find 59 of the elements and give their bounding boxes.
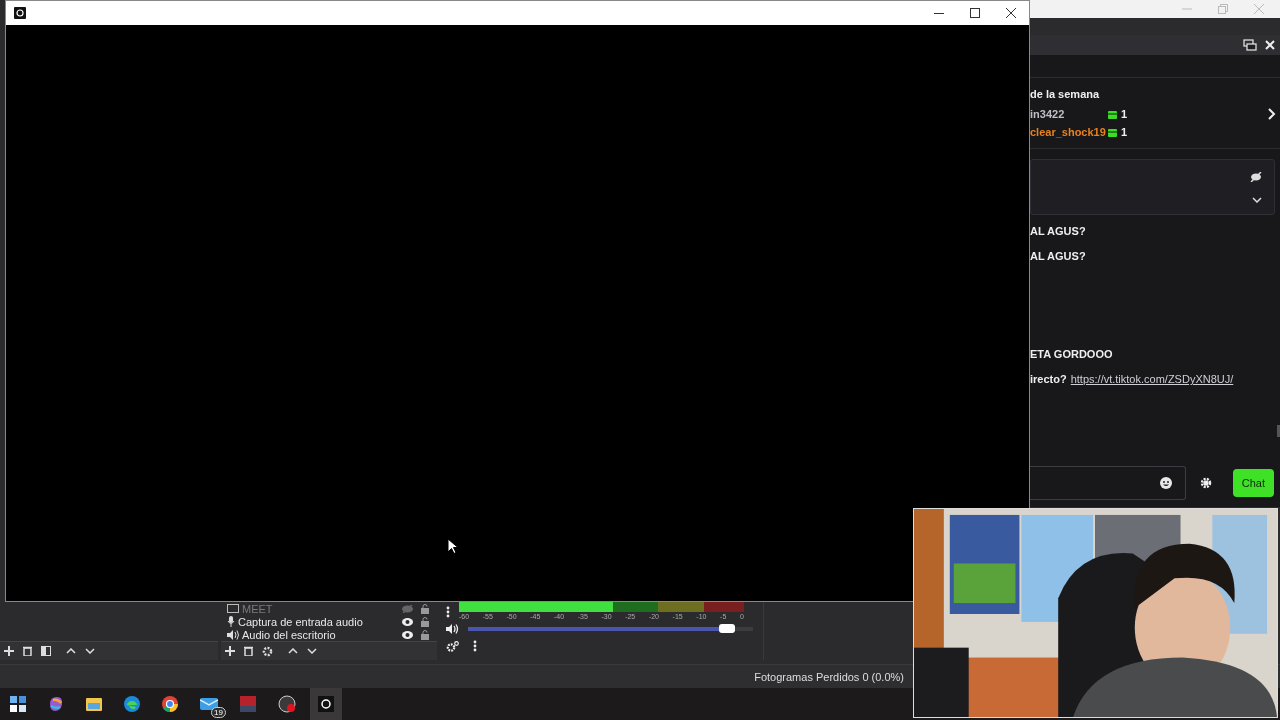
chat-button[interactable]: Chat — [1232, 469, 1274, 497]
speaker-icon — [227, 629, 239, 640]
up-icon[interactable] — [288, 648, 298, 654]
dropped-frames: Fotogramas Perdidos 0 (0.0%) — [754, 670, 904, 683]
chat-link[interactable]: https://vt.tiktok.com/ZSDyXN8UJ/ — [1070, 373, 1234, 385]
settings-icon[interactable] — [1200, 477, 1212, 489]
down-icon[interactable] — [85, 648, 95, 654]
source-name[interactable]: Captura de entrada audio — [238, 615, 399, 628]
popout-icon[interactable] — [1243, 39, 1257, 51]
gears-icon[interactable] — [446, 640, 459, 652]
gift-count: 1 — [1121, 126, 1128, 138]
speaker-icon[interactable] — [446, 624, 459, 634]
add-icon[interactable] — [4, 646, 14, 656]
leaderboard-title: de la semana — [1030, 88, 1101, 100]
username: clear_shock19 — [1030, 126, 1104, 138]
eye-icon[interactable] — [402, 630, 413, 639]
chat-message: AL AGUS? — [1030, 250, 1086, 262]
slider-thumb[interactable] — [719, 624, 736, 633]
trash-icon[interactable] — [23, 646, 32, 656]
more-icon[interactable] — [446, 605, 450, 618]
gift-icon — [1108, 127, 1117, 137]
more-icon[interactable] — [473, 640, 477, 652]
mouse-cursor-icon — [447, 538, 458, 554]
obs-icon[interactable] — [278, 695, 296, 713]
lock-icon[interactable] — [421, 616, 429, 627]
settings-icon[interactable] — [262, 645, 273, 657]
emoji-icon[interactable] — [1160, 477, 1172, 489]
lock-icon[interactable] — [421, 603, 429, 614]
eye-icon[interactable] — [402, 617, 413, 626]
gift-count: 1 — [1121, 108, 1128, 120]
chat-message: AL AGUS? — [1030, 225, 1086, 237]
chat-message: ETA GORDOOO — [1030, 348, 1113, 360]
up-icon[interactable] — [66, 648, 76, 654]
copilot-icon[interactable] — [48, 696, 64, 712]
add-icon[interactable] — [225, 646, 235, 656]
filter-icon[interactable] — [41, 646, 51, 656]
chat-input-field[interactable] — [1030, 466, 1186, 500]
trash-icon[interactable] — [244, 646, 253, 656]
mail-icon[interactable] — [200, 697, 218, 711]
edge-icon[interactable] — [124, 696, 140, 712]
chat-message: irecto? — [1030, 373, 1067, 385]
volume-slider[interactable] — [468, 627, 753, 631]
close-icon[interactable] — [1006, 8, 1016, 18]
folder-icon[interactable] — [86, 697, 102, 711]
username: in3422 — [1030, 108, 1066, 120]
source-name[interactable]: Audio del escritorio — [242, 628, 399, 641]
monitor-icon — [227, 603, 239, 614]
chevron-right-icon[interactable] — [1268, 108, 1276, 120]
start-icon[interactable] — [10, 696, 26, 712]
app-icon[interactable] — [318, 696, 334, 712]
lock-icon[interactable] — [421, 629, 429, 640]
gift-icon — [1108, 109, 1117, 119]
chevron-down-icon[interactable] — [1252, 196, 1262, 203]
notification-badge: 19 — [211, 707, 226, 718]
microphone-icon — [227, 616, 235, 627]
down-icon[interactable] — [307, 648, 317, 654]
maximize-icon[interactable] — [970, 8, 980, 18]
chrome-icon[interactable] — [162, 696, 178, 712]
app-icon — [14, 7, 26, 19]
